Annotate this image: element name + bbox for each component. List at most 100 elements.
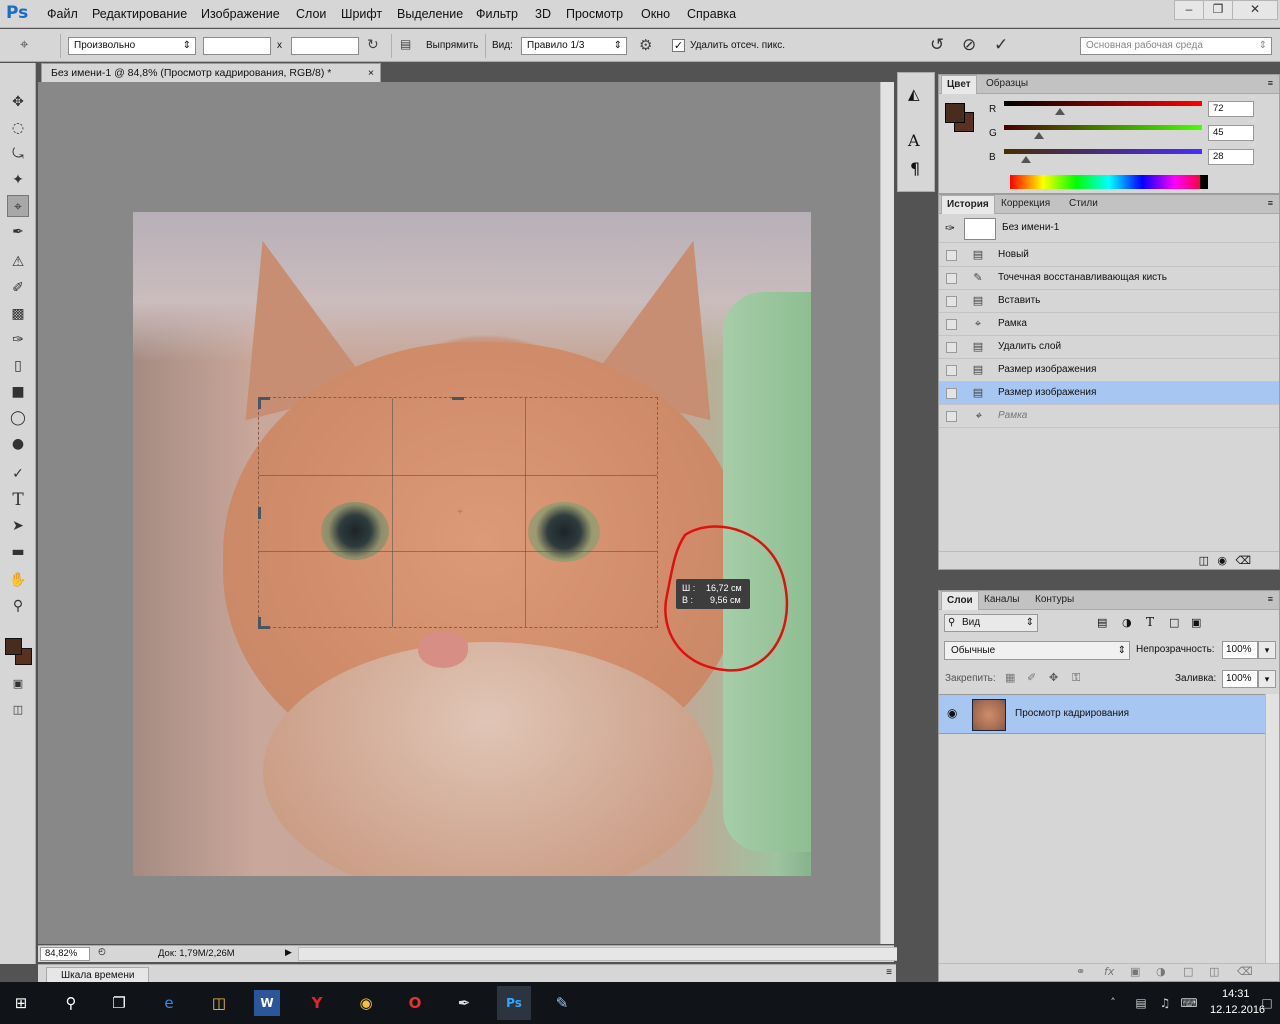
filter-adjustment-icon[interactable]: ◑ [1122, 616, 1132, 629]
notifications-icon[interactable]: □ [1254, 990, 1280, 1016]
panel-menu-icon[interactable]: ≡ [1268, 198, 1273, 208]
marquee-tool-icon[interactable]: ◌ [7, 117, 29, 139]
minimize-button[interactable]: – [1174, 0, 1204, 20]
screen-mode-icon[interactable]: ◫ [7, 699, 29, 721]
g-slider[interactable] [1004, 125, 1202, 130]
horizontal-scrollbar[interactable] [298, 947, 918, 961]
keyboard-icon[interactable]: ⌨ [1176, 990, 1202, 1016]
history-item-dimmed[interactable]: ⌖ Рамка [939, 405, 1279, 428]
cancel-icon[interactable]: ⊘ [962, 35, 984, 55]
history-item[interactable]: ▤ Удалить слой [939, 336, 1279, 359]
network-icon[interactable]: ▤ [1128, 990, 1154, 1016]
new-adjustment-layer-icon[interactable]: ◑ [1156, 965, 1166, 978]
chrome-icon[interactable]: ◉ [353, 990, 379, 1016]
panel-menu-icon[interactable]: ≡ [1268, 78, 1273, 88]
history-item[interactable]: ▤ Вставить [939, 290, 1279, 313]
rectangle-tool-icon[interactable]: ▬ [7, 541, 29, 563]
menu-select[interactable]: Выделение [397, 7, 463, 21]
filter-pixel-icon[interactable]: ▤ [1097, 616, 1107, 629]
quick-mask-icon[interactable]: ▣ [7, 673, 29, 695]
eraser-tool-icon[interactable]: ▯ [7, 355, 29, 377]
menu-edit[interactable]: Редактирование [92, 7, 187, 21]
color-spectrum-ramp[interactable] [1010, 175, 1208, 189]
width-input[interactable] [203, 37, 271, 55]
menu-file[interactable]: Файл [47, 7, 78, 21]
layer-filter-select[interactable]: ⚲ Вид ⇕ [944, 614, 1038, 632]
stamp-tool-icon[interactable]: ▩ [7, 303, 29, 325]
blur-tool-icon[interactable]: ◯ [7, 407, 29, 429]
gradient-tool-icon[interactable]: ■ [7, 381, 29, 403]
b-value-field[interactable]: 28 [1208, 149, 1254, 165]
b-slider[interactable] [1004, 149, 1202, 154]
clock-time[interactable]: 14:31 [1222, 988, 1250, 1000]
paragraph-panel-icon[interactable]: ¶ [910, 159, 920, 178]
r-value-field[interactable]: 72 [1208, 101, 1254, 117]
swap-icon[interactable]: ↻ [367, 37, 385, 55]
r-slider-thumb[interactable] [1055, 108, 1065, 115]
history-snapshot[interactable]: ✑ Без имени-1 [939, 215, 1279, 243]
pen-tool-icon[interactable]: ✓ [7, 463, 29, 485]
workspace-select[interactable]: Основная рабочая среда ⇕ [1080, 37, 1272, 55]
add-mask-icon[interactable]: ▣ [1130, 965, 1140, 978]
status-icon[interactable]: ◴ [95, 947, 109, 961]
delete-cropped-checkbox[interactable]: ✓ [672, 39, 685, 52]
crop-bounding-box[interactable]: + [258, 397, 658, 629]
menu-filter[interactable]: Фильтр [476, 7, 518, 21]
zoom-tool-icon[interactable]: ⚲ [7, 595, 29, 617]
tab-history[interactable]: История [941, 195, 995, 214]
lock-all-icon[interactable]: ⚿ [1072, 671, 1080, 685]
crop-corner-handle[interactable] [258, 397, 261, 409]
delete-layer-icon[interactable]: ⌫ [1237, 965, 1253, 978]
layer-row[interactable]: ◉ Просмотр кадрирования [939, 694, 1265, 734]
tab-color[interactable]: Цвет [941, 75, 977, 94]
crop-tool-icon[interactable]: ⌖ [7, 195, 29, 217]
layer-name[interactable]: Просмотр кадрирования [1015, 708, 1129, 719]
tab-adjustments[interactable]: Коррекция [996, 195, 1055, 214]
link-layers-icon[interactable]: ⚭ [1076, 965, 1085, 978]
history-item[interactable]: ⌖ Рамка [939, 313, 1279, 336]
menu-help[interactable]: Справка [687, 7, 736, 21]
commit-icon[interactable]: ✓ [994, 35, 1016, 55]
word-icon[interactable]: W [254, 990, 280, 1016]
history-brush-tool-icon[interactable]: ✑ [7, 329, 29, 351]
straighten-icon[interactable]: ▤ [400, 37, 420, 55]
foreground-swatch[interactable] [945, 103, 965, 123]
hand-tool-icon[interactable]: ✋ [7, 569, 29, 591]
close-button[interactable]: ✕ [1232, 0, 1278, 20]
layer-style-icon[interactable]: fx [1104, 965, 1114, 978]
character-panel-icon[interactable]: A [908, 131, 920, 150]
brush-tool-icon[interactable]: ✐ [7, 277, 29, 299]
menu-image[interactable]: Изображение [201, 7, 280, 21]
type-tool-icon[interactable]: T [7, 489, 29, 511]
3d-panel-icon[interactable]: ◭ [908, 85, 920, 103]
lock-position-icon[interactable]: ✥ [1049, 671, 1058, 684]
filter-shape-icon[interactable]: □ [1169, 616, 1179, 629]
quick-select-tool-icon[interactable]: ✦ [7, 169, 29, 191]
move-tool-icon[interactable]: ✥ [7, 91, 29, 113]
gear-icon[interactable]: ⚙ [639, 36, 659, 56]
overlay-select[interactable]: Правило 1/3 ⇕ [521, 37, 627, 55]
yandex-browser-icon[interactable]: Y [304, 990, 330, 1016]
g-slider-thumb[interactable] [1034, 132, 1044, 139]
photoshop-taskbar-icon[interactable]: Ps [497, 986, 531, 1020]
new-document-from-state-icon[interactable]: ◫ [1199, 554, 1209, 567]
foreground-color-overlay[interactable] [5, 638, 22, 655]
black-swatch[interactable] [1200, 175, 1208, 189]
dodge-tool-icon[interactable]: ● [7, 433, 29, 455]
history-item[interactable]: ✎ Точечная восстанавливающая кисть [939, 267, 1279, 290]
b-slider-thumb[interactable] [1021, 156, 1031, 163]
menu-layers[interactable]: Слои [296, 7, 326, 21]
visibility-eye-icon[interactable]: ◉ [947, 706, 957, 720]
new-group-icon[interactable]: □ [1183, 965, 1193, 978]
zoom-field[interactable]: 84,82% [40, 947, 90, 961]
paint-app-icon[interactable]: ✎ [549, 990, 575, 1016]
menu-type[interactable]: Шрифт [341, 7, 382, 21]
filter-type-icon[interactable]: T [1146, 615, 1154, 629]
history-brush-source-icon[interactable]: ✑ [945, 221, 955, 235]
tab-swatches[interactable]: Образцы [981, 75, 1033, 94]
timeline-tab[interactable]: Шкала времени [46, 967, 150, 983]
tray-chevron-icon[interactable]: ˄ [1100, 990, 1126, 1016]
document-tab[interactable]: Без имени-1 @ 84,8% (Просмотр кадрирован… [41, 63, 381, 83]
volume-icon[interactable]: ♫ [1152, 990, 1178, 1016]
new-layer-icon[interactable]: ◫ [1209, 965, 1219, 978]
